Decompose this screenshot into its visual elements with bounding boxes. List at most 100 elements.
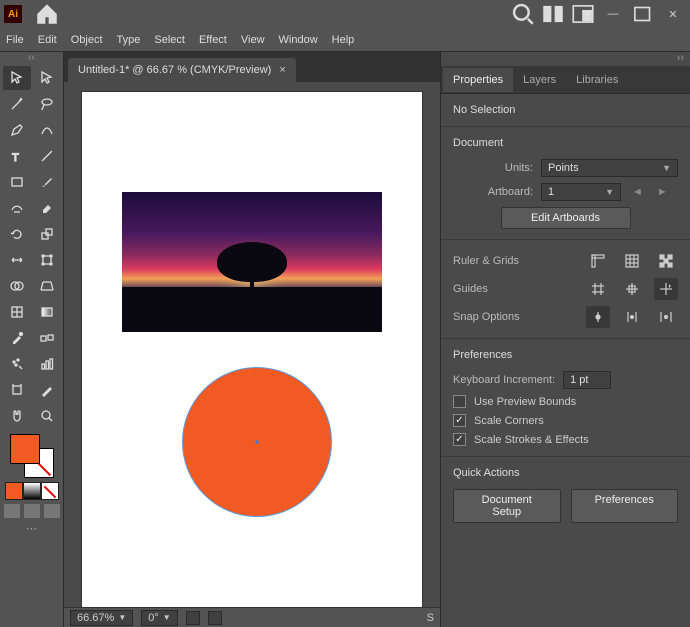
eyedropper-tool[interactable] [3, 326, 31, 350]
document-setup-button[interactable]: Document Setup [453, 489, 561, 523]
app-logo[interactable]: Ai [4, 5, 22, 23]
tab-properties[interactable]: Properties [443, 68, 513, 92]
smart-guides-icon[interactable] [654, 278, 678, 300]
edit-artboards-button[interactable]: Edit Artboards [501, 207, 631, 229]
status-hint: S [427, 612, 434, 624]
document-tab[interactable]: Untitled-1* @ 66.67 % (CMYK/Preview) × [68, 58, 296, 82]
tab-libraries[interactable]: Libraries [566, 68, 628, 92]
blend-tool[interactable] [33, 326, 61, 350]
minimize-icon[interactable]: — [600, 1, 626, 27]
menu-window[interactable]: Window [279, 34, 318, 46]
menu-edit[interactable]: Edit [38, 34, 57, 46]
shaper-tool[interactable] [3, 196, 31, 220]
scale-tool[interactable] [33, 222, 61, 246]
menu-type[interactable]: Type [117, 34, 141, 46]
artboard-nav-prev-icon[interactable] [208, 611, 222, 625]
none-mode-icon[interactable] [41, 482, 59, 500]
menu-object[interactable]: Object [71, 34, 103, 46]
artboard-tool[interactable] [3, 378, 31, 402]
gradient-tool[interactable] [33, 300, 61, 324]
preview-bounds-checkbox[interactable] [453, 395, 466, 408]
line-tool[interactable] [33, 144, 61, 168]
draw-normal-icon[interactable] [4, 504, 20, 518]
preferences-button[interactable]: Preferences [571, 489, 679, 523]
ruler-icon[interactable] [586, 250, 610, 272]
artboard-select[interactable]: 1▼ [541, 183, 621, 201]
artboard-prev-icon[interactable]: ◄ [629, 186, 646, 198]
arrange-icon[interactable] [540, 1, 566, 27]
menu-view[interactable]: View [241, 34, 265, 46]
artboard-nav-first-icon[interactable] [186, 611, 200, 625]
maximize-icon[interactable] [630, 1, 656, 27]
tab-layers[interactable]: Layers [513, 68, 566, 92]
document-section-title: Document [453, 137, 678, 149]
mesh-tool[interactable] [3, 300, 31, 324]
document-tab-title: Untitled-1* @ 66.67 % (CMYK/Preview) [78, 64, 271, 76]
free-transform-tool[interactable] [33, 248, 61, 272]
shape-builder-tool[interactable] [3, 274, 31, 298]
direct-selection-tool[interactable] [33, 66, 61, 90]
close-icon[interactable]: ✕ [660, 1, 686, 27]
zoom-tool[interactable] [33, 404, 61, 428]
fill-stroke-swatch[interactable] [10, 434, 54, 478]
units-select[interactable]: Points▼ [541, 159, 678, 177]
color-mode-icon[interactable] [5, 482, 23, 500]
quick-actions-title: Quick Actions [453, 467, 678, 479]
gradient-mode-icon[interactable] [23, 482, 41, 500]
guides-visibility-icon[interactable] [586, 278, 610, 300]
keyboard-increment-label: Keyboard Increment: [453, 374, 555, 386]
transparency-grid-icon[interactable] [654, 250, 678, 272]
grid-icon[interactable] [620, 250, 644, 272]
symbol-sprayer-tool[interactable] [3, 352, 31, 376]
guides-lock-icon[interactable] [620, 278, 644, 300]
artboard[interactable] [82, 92, 422, 607]
tools-panel: ‹‹ T [0, 52, 64, 627]
scale-corners-label: Scale Corners [474, 415, 544, 427]
keyboard-increment-input[interactable]: 1 pt [563, 371, 611, 389]
placed-image[interactable] [122, 192, 382, 332]
perspective-grid-tool[interactable] [33, 274, 61, 298]
panel-collapse-icon[interactable]: ›› [441, 52, 690, 66]
selection-tool[interactable] [3, 66, 31, 90]
pen-tool[interactable] [3, 118, 31, 142]
search-icon[interactable] [510, 1, 536, 27]
menu-help[interactable]: Help [332, 34, 355, 46]
circle-shape[interactable] [182, 367, 332, 517]
snap-to-pixel-icon[interactable] [654, 306, 678, 328]
snap-to-grid-icon[interactable] [620, 306, 644, 328]
tools-collapse-icon[interactable]: ‹‹ [0, 54, 63, 64]
draw-inside-icon[interactable] [44, 504, 60, 518]
menubar: File Edit Object Type Select Effect View… [0, 28, 690, 52]
guides-label: Guides [453, 283, 578, 295]
eraser-tool[interactable] [33, 196, 61, 220]
menu-effect[interactable]: Effect [199, 34, 227, 46]
workspace-switcher-icon[interactable] [570, 1, 596, 27]
document-tab-close-icon[interactable]: × [279, 64, 285, 76]
draw-behind-icon[interactable] [24, 504, 40, 518]
hand-tool[interactable] [3, 404, 31, 428]
edit-toolbar-icon[interactable]: ⋯ [26, 522, 37, 535]
home-icon[interactable] [34, 1, 60, 27]
column-graph-tool[interactable] [33, 352, 61, 376]
lasso-tool[interactable] [33, 92, 61, 116]
canvas[interactable] [64, 82, 440, 607]
units-label: Units: [453, 162, 533, 174]
rectangle-tool[interactable] [3, 170, 31, 194]
fill-swatch[interactable] [10, 434, 40, 464]
menu-file[interactable]: File [6, 34, 24, 46]
scale-corners-checkbox[interactable] [453, 414, 466, 427]
rotate-tool[interactable] [3, 222, 31, 246]
artboard-next-icon[interactable]: ► [654, 186, 671, 198]
menu-select[interactable]: Select [154, 34, 185, 46]
slice-tool[interactable] [33, 378, 61, 402]
curvature-tool[interactable] [33, 118, 61, 142]
magic-wand-tool[interactable] [3, 92, 31, 116]
preferences-section-title: Preferences [453, 349, 678, 361]
snap-to-point-icon[interactable] [586, 306, 610, 328]
paintbrush-tool[interactable] [33, 170, 61, 194]
width-tool[interactable] [3, 248, 31, 272]
rotate-select[interactable]: 0°▼ [141, 610, 177, 626]
scale-strokes-checkbox[interactable] [453, 433, 466, 446]
zoom-select[interactable]: 66.67%▼ [70, 610, 133, 626]
type-tool[interactable]: T [3, 144, 31, 168]
